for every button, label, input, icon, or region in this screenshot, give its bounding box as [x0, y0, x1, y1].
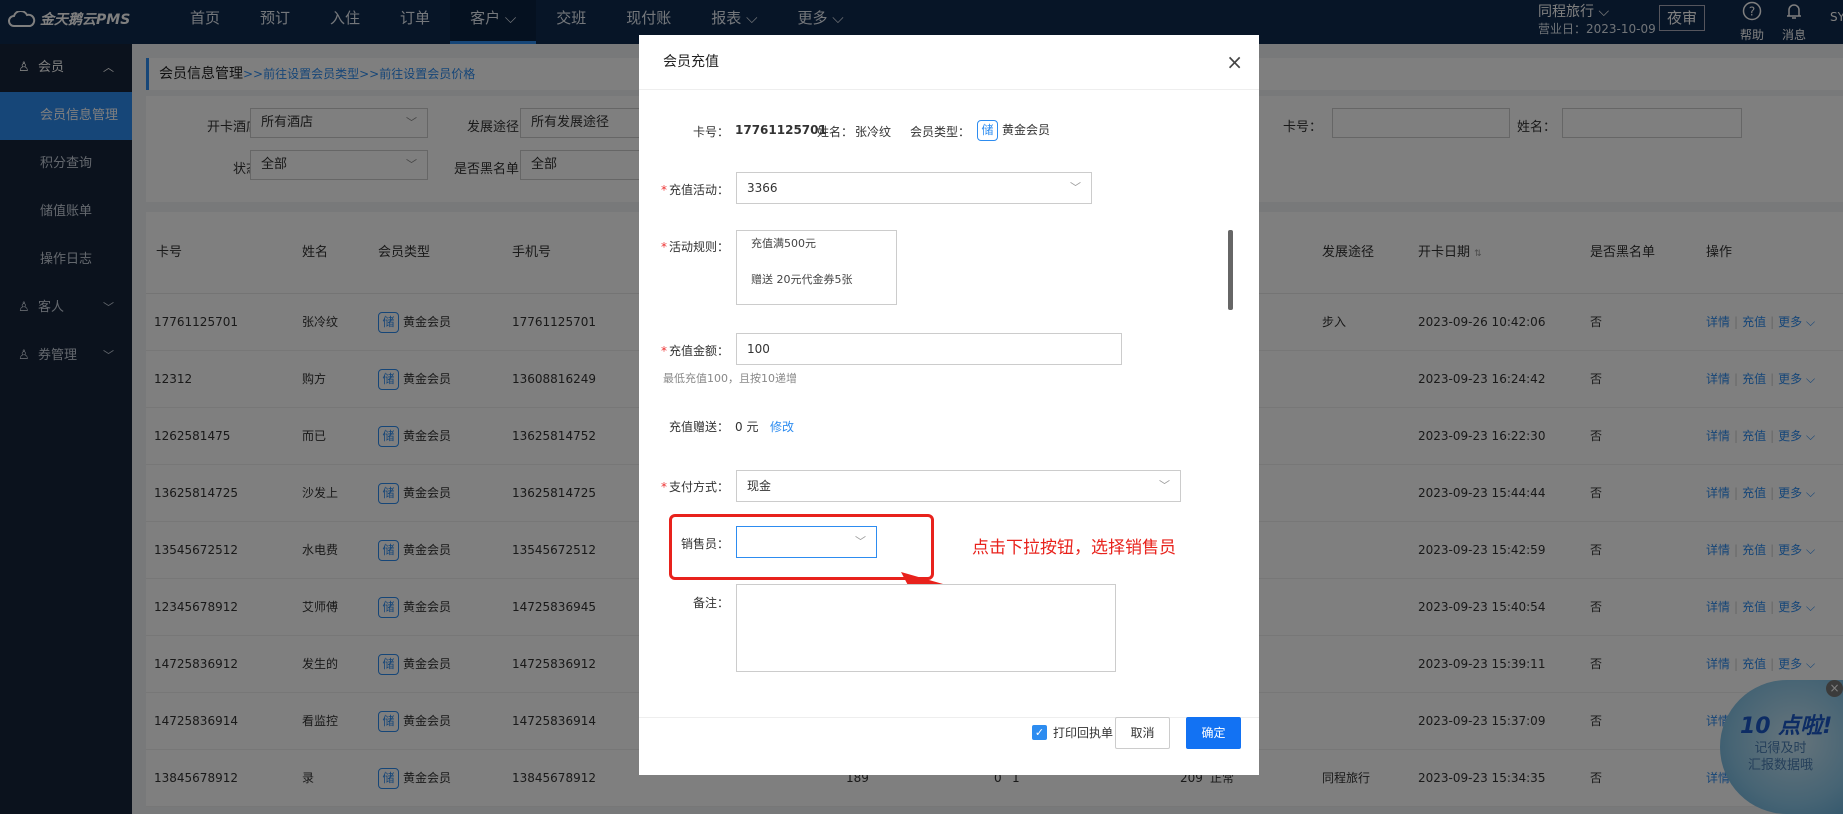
card-value: 17761125701: [735, 123, 827, 137]
cancel-button[interactable]: 取消: [1115, 717, 1170, 749]
modal-title: 会员充值: [663, 54, 719, 70]
remark-textarea[interactable]: [736, 584, 1116, 672]
amount-label: * 充值金额：: [660, 344, 729, 358]
gift-edit-link[interactable]: 修改: [770, 418, 794, 435]
confirm-button[interactable]: 确定: [1186, 717, 1241, 749]
rules-box: 充值满500元 赠送 20元代金券5张: [736, 230, 897, 305]
chevron-down-icon: ﹀: [1159, 479, 1170, 492]
chevron-down-icon: ﹀: [1070, 181, 1081, 194]
name-value: 张冷纹: [855, 125, 892, 139]
name-label: 姓名：: [817, 125, 854, 139]
activity-value: 3366: [747, 181, 778, 195]
activity-select[interactable]: 3366 ﹀: [736, 172, 1092, 204]
modal-scrollbar[interactable]: [1228, 230, 1233, 310]
gift-value: 0 元: [735, 420, 759, 434]
activity-label-text: 充值活动：: [668, 183, 729, 197]
print-receipt-checkbox[interactable]: ✓: [1032, 725, 1047, 740]
card-label: 卡号：: [692, 125, 729, 139]
amount-input[interactable]: 100: [736, 333, 1122, 365]
activity-label: * 充值活动：: [660, 183, 729, 197]
remark-label: 备注：: [692, 596, 729, 610]
member-type-value: 储黄金会员: [977, 120, 1050, 141]
rules-label: * 活动规则：: [660, 240, 729, 254]
member-type-text: 黄金会员: [1002, 123, 1051, 137]
close-icon[interactable]: ×: [1226, 35, 1243, 90]
annotation-text: 点击下拉按钮，选择销售员: [972, 538, 1176, 558]
pay-method-select[interactable]: 现金 ﹀: [736, 470, 1181, 502]
amount-value: 100: [747, 342, 770, 356]
gift-label: 充值赠送：: [668, 420, 729, 434]
recharge-modal: 会员充值 × 卡号： 17761125701 姓名： 张冷纹 会员类型： 储黄金…: [639, 35, 1259, 775]
member-type-label: 会员类型：: [910, 125, 971, 139]
seller-label: 销售员：: [680, 537, 729, 551]
stored-badge: 储: [977, 120, 998, 141]
pay-method-value: 现金: [747, 479, 772, 493]
seller-select[interactable]: ﹀: [736, 526, 877, 558]
pay-label: * 支付方式：: [660, 480, 729, 494]
chevron-down-icon: ﹀: [855, 535, 866, 548]
rule-line2: 赠送 20元代金券5张: [751, 273, 853, 286]
modal-footer: ✓ 打印回执单 取消 确定: [639, 717, 1259, 775]
print-receipt-label[interactable]: 打印回执单: [1053, 724, 1113, 741]
rule-line1: 充值满500元: [751, 237, 816, 250]
amount-label-text: 充值金额：: [668, 344, 729, 358]
rules-label-text: 活动规则：: [668, 240, 729, 254]
modal-header: 会员充值 ×: [639, 35, 1259, 90]
pay-label-text: 支付方式：: [668, 480, 729, 494]
amount-hint: 最低充值100，且按10递增: [663, 372, 797, 385]
